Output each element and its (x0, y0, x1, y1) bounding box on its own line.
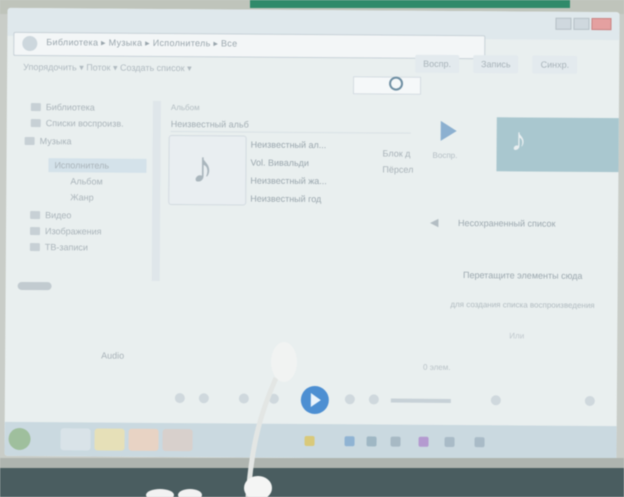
foreground-object (178, 489, 202, 497)
foreground-object (146, 489, 174, 497)
microphone (146, 342, 297, 497)
microphone-head (271, 342, 297, 382)
